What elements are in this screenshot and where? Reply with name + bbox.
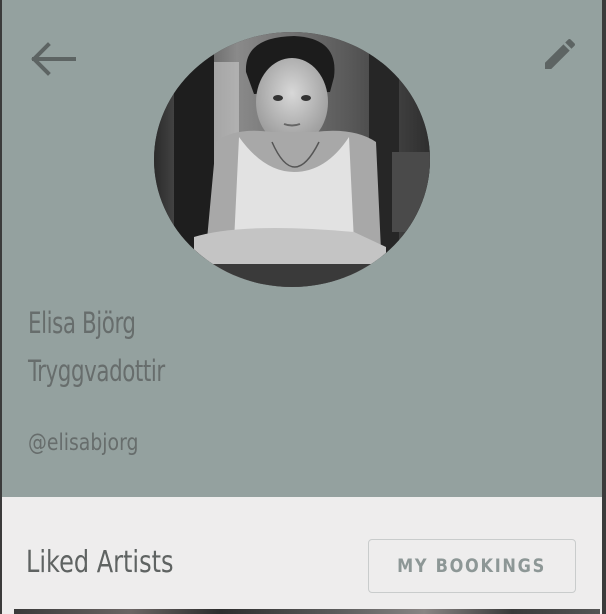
profile-screen: Elisa Björg Tryggvadottir @elisabjorg Li… [0,0,606,614]
profile-photo [154,32,430,287]
my-bookings-button[interactable]: MY BOOKINGS [368,539,576,593]
profile-name-last: Tryggvadottir [28,354,165,388]
back-button[interactable] [30,38,80,82]
profile-header: Elisa Björg Tryggvadottir @elisabjorg [2,0,602,497]
screen-edge-right [602,0,606,614]
pencil-icon [545,38,576,69]
arrow-left-icon [31,42,76,76]
edit-profile-button[interactable] [540,34,580,74]
screen-edge-left [0,0,2,614]
profile-name-first: Elisa Björg [28,306,136,340]
liked-artists-heading: Liked Artists [26,545,174,580]
avatar[interactable] [154,32,430,287]
my-bookings-label: MY BOOKINGS [397,555,547,577]
profile-handle: @elisabjorg [28,430,139,456]
liked-artists-list-preview [14,609,600,614]
